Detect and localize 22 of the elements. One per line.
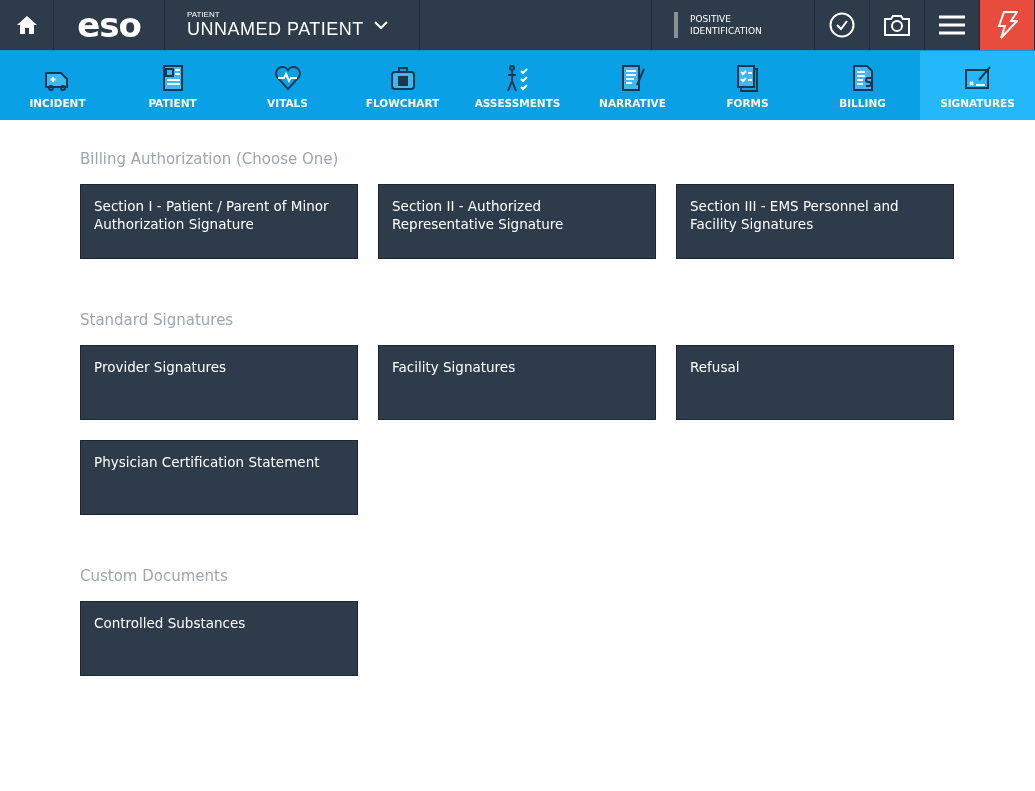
- home-icon: [16, 16, 37, 34]
- signature-form-button[interactable]: Provider Signatures: [80, 345, 358, 420]
- section-heading: Custom Documents: [80, 567, 229, 585]
- status-bar: [674, 12, 678, 38]
- logo: eso: [54, 0, 165, 50]
- section-heading: Billing Authorization (Choose One): [80, 150, 340, 168]
- lightning-icon: [996, 11, 1018, 39]
- section-heading: Standard Signatures: [80, 311, 235, 329]
- alert-button[interactable]: [980, 0, 1035, 50]
- camera-icon: [884, 14, 910, 36]
- signature-form-button[interactable]: Section I - Patient / Parent of Minor Authorization Signature: [80, 184, 358, 259]
- signature-form-button[interactable]: Refusal: [676, 345, 954, 420]
- patient-selector[interactable]: PATIENT UNNAMED PATIENT: [165, 0, 420, 50]
- signature-form-button[interactable]: Controlled Substances: [80, 601, 358, 676]
- signature-form-button[interactable]: Physician Certification Statement: [80, 440, 358, 515]
- check-circle-icon: [829, 12, 855, 38]
- identification-label: POSITIVE IDENTIFICATION: [690, 13, 762, 37]
- signature-form-button[interactable]: Facility Signatures: [378, 345, 656, 420]
- signature-form-button[interactable]: Section III - EMS Personnel and Facility Signatures: [676, 184, 954, 259]
- chevron-down-icon: [373, 21, 388, 29]
- menu-icon: [939, 15, 965, 35]
- signature-form-button[interactable]: Section II - Authorized Representative Signature: [378, 184, 656, 259]
